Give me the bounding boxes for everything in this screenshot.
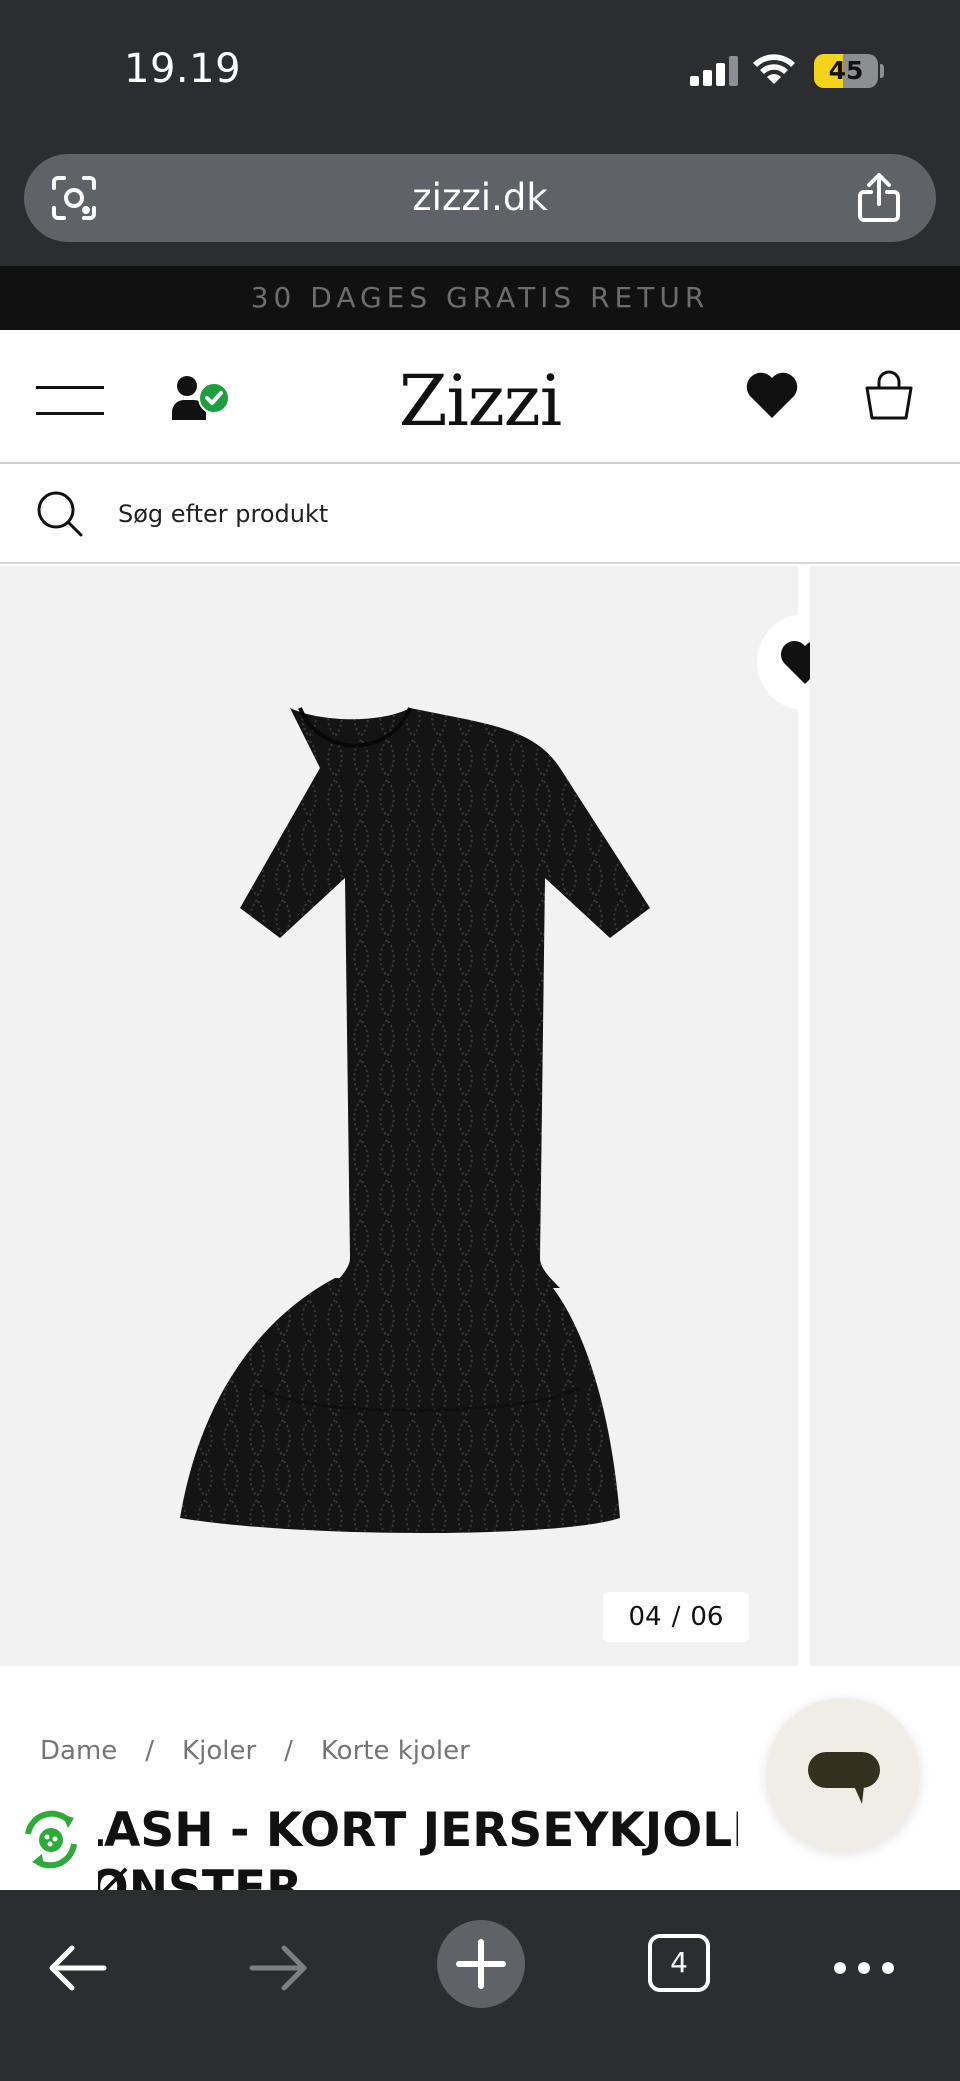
product-image[interactable] xyxy=(140,698,660,1548)
menu-icon[interactable] xyxy=(36,386,104,416)
breadcrumb: Dame / Kjoler / Korte kjoler xyxy=(40,1736,470,1766)
search-icon[interactable] xyxy=(36,490,84,538)
product-title: FLASH - KORT JERSEYKJOLE MED MØNSTER xyxy=(98,1802,738,1890)
next-image-slide[interactable] xyxy=(810,566,960,1666)
heart-icon[interactable] xyxy=(744,370,800,420)
breadcrumb-separator: / xyxy=(145,1736,155,1766)
image-counter-separator: / xyxy=(671,1602,681,1632)
breadcrumb-item-korte-kjoler[interactable]: Korte kjoler xyxy=(321,1736,470,1766)
plus-icon xyxy=(456,1939,506,1989)
site-logo[interactable]: Zizzi xyxy=(300,360,660,442)
battery-nub xyxy=(880,64,884,78)
status-time: 19.19 xyxy=(124,46,242,92)
wifi-icon xyxy=(753,54,795,84)
more-icon[interactable] xyxy=(826,1930,902,2006)
browser-toolbar: 4 xyxy=(0,1890,960,2081)
promo-text: 30 DAGES GRATIS RETUR xyxy=(250,281,710,314)
product-title-line-2: MØNSTER xyxy=(98,1861,303,1890)
breadcrumb-item-dame[interactable]: Dame xyxy=(40,1736,117,1766)
battery-level: 45 xyxy=(828,56,864,85)
image-counter: 04 / 06 xyxy=(603,1592,749,1642)
promo-bar: 30 DAGES GRATIS RETUR xyxy=(0,266,960,330)
search-bar[interactable]: Søg efter produkt xyxy=(0,464,960,564)
bag-icon[interactable] xyxy=(862,368,916,422)
account-verified-icon[interactable] xyxy=(170,374,232,422)
recycle-icon[interactable] xyxy=(16,1804,86,1874)
url-text: zizzi.dk xyxy=(412,176,548,219)
breadcrumb-separator: / xyxy=(284,1736,293,1766)
cellular-signal-icon xyxy=(690,56,738,86)
chat-button[interactable] xyxy=(766,1698,920,1852)
image-counter-current: 04 xyxy=(628,1602,662,1632)
breadcrumb-item-kjoler[interactable]: Kjoler xyxy=(182,1736,256,1766)
site-header: Zizzi xyxy=(0,330,960,464)
share-icon[interactable] xyxy=(856,172,902,222)
product-image-slide[interactable]: 04 / 06 xyxy=(0,566,853,1666)
search-input[interactable]: Søg efter produkt xyxy=(118,464,328,564)
back-arrow-icon[interactable] xyxy=(40,1930,116,2006)
address-bar[interactable]: zizzi.dk xyxy=(24,154,936,242)
tabs-button[interactable]: 4 xyxy=(648,1934,710,1992)
chat-icon xyxy=(808,1752,880,1804)
battery-indicator: 45 xyxy=(814,54,878,88)
product-title-line-1: FLASH - KORT JERSEYKJOLE MED xyxy=(98,1803,738,1858)
new-tab-button[interactable] xyxy=(437,1920,525,2008)
browser-chrome: 19.19 45 zizzi.dk xyxy=(0,0,960,266)
product-gallery[interactable]: 04 / 06 xyxy=(0,566,960,1666)
image-counter-total: 06 xyxy=(690,1602,724,1632)
forward-arrow-icon[interactable] xyxy=(240,1930,316,2006)
